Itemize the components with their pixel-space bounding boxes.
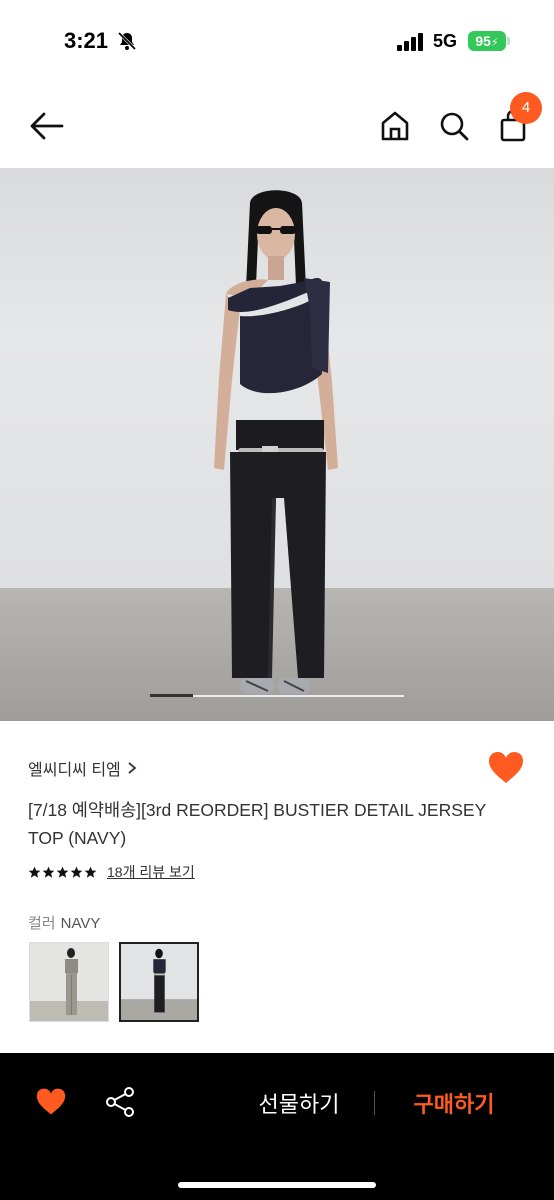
share-icon	[106, 1087, 134, 1117]
home-indicator[interactable]	[178, 1182, 376, 1188]
share-button[interactable]	[100, 1082, 140, 1122]
nav-bar	[0, 84, 554, 168]
star-icon	[42, 866, 55, 878]
signal-icon	[397, 33, 423, 51]
model-figure	[214, 190, 338, 694]
home-button[interactable]	[375, 106, 415, 146]
option-value: NAVY	[60, 915, 101, 932]
star-rating	[28, 866, 97, 879]
product-image-carousel[interactable]	[0, 168, 554, 721]
review-link[interactable]: 18개 리뷰 보기	[107, 862, 195, 882]
swatch-thumbnail-navy	[121, 944, 197, 1020]
rating-row: 18개 리뷰 보기	[28, 862, 195, 882]
cart-count-badge: 4	[510, 92, 542, 124]
star-icon	[56, 866, 69, 878]
brand-link[interactable]: 엘씨디씨 티엠	[28, 756, 137, 780]
wishlist-heart-icon[interactable]	[487, 750, 525, 786]
search-icon	[440, 112, 469, 141]
option-label: 컬러	[28, 915, 56, 932]
home-icon	[381, 111, 409, 141]
carousel-progress-indicator	[150, 694, 193, 697]
search-button[interactable]	[434, 106, 474, 146]
swatch-thumbnail-grey	[30, 943, 108, 1021]
battery-cap	[507, 37, 510, 45]
color-option-row: 컬러 NAVY	[28, 912, 100, 933]
battery-level: 95	[475, 33, 491, 49]
star-icon	[70, 866, 83, 878]
color-swatch-navy[interactable]	[119, 942, 199, 1022]
brand-name: 엘씨디씨 티엠	[28, 762, 121, 779]
gift-button[interactable]: 선물하기	[232, 1080, 366, 1126]
heart-icon	[36, 1088, 66, 1115]
chevron-right-icon	[128, 762, 137, 774]
wishlist-button[interactable]	[31, 1082, 71, 1122]
bottom-action-bar	[0, 1053, 554, 1200]
star-icon	[84, 866, 97, 878]
buy-button[interactable]: 구매하기	[392, 1080, 516, 1126]
color-swatch-grey[interactable]	[29, 942, 109, 1022]
back-button[interactable]	[26, 106, 66, 146]
status-time: 3:21	[64, 28, 109, 53]
bell-muted-icon	[117, 31, 137, 51]
network-label: 5G	[433, 31, 458, 51]
star-icon	[28, 866, 41, 878]
bottom-divider	[374, 1091, 375, 1115]
product-title: [7/18 예약배송][3rd REORDER] BUSTIER DETAIL …	[28, 800, 486, 848]
back-arrow-icon	[30, 112, 64, 140]
status-bar: 3:21 5G 95⚡	[0, 0, 554, 84]
battery-icon: 95⚡	[468, 31, 506, 51]
